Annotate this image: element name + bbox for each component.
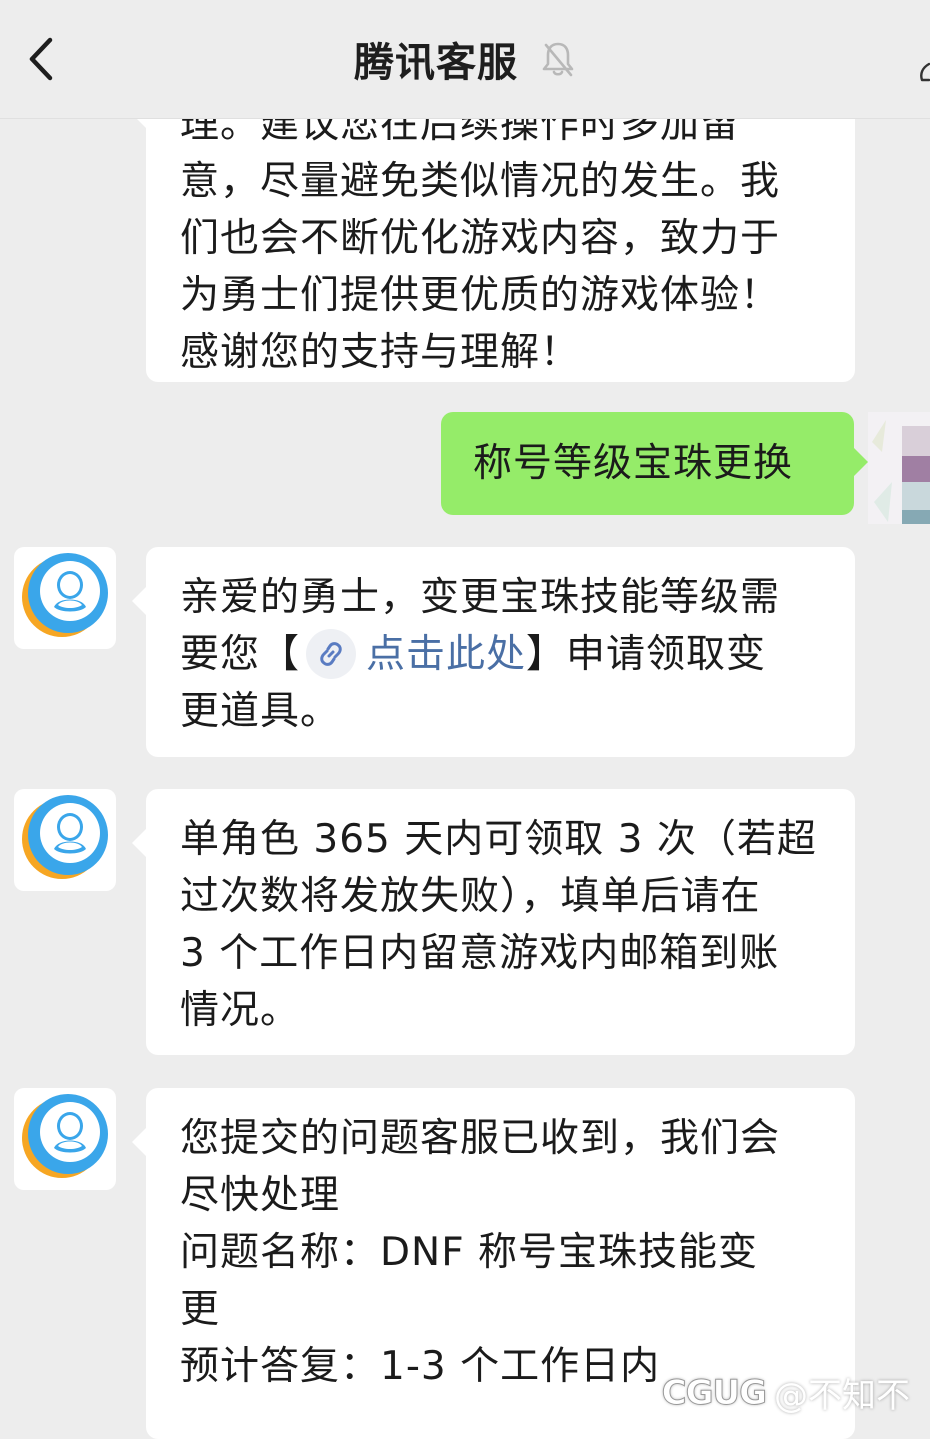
message-bubble-outgoing[interactable]: 称号等级宝珠更换 [441, 412, 868, 515]
message-text-line: 意，尽量避免类似情况的发生。我 [180, 159, 781, 204]
click-here-link[interactable]: 点击此处 [366, 632, 526, 677]
message-text-fragment: 】申请领取变 [526, 632, 767, 677]
qq-service-icon [22, 795, 108, 879]
message-text-line: 们也会不断优化游戏内容，致力于 [180, 216, 781, 261]
message-text-line: 3 个工作日内留意游戏内邮箱到账 [180, 931, 780, 976]
message-text-line: 问题名称：DNF 称号宝珠技能变 [180, 1230, 759, 1275]
message-text-line: 为勇士们提供更优质的游戏体验！ [180, 273, 781, 318]
message-text-line: 更 [180, 1287, 221, 1332]
message-text-line: 情况。 [180, 988, 301, 1033]
link-icon [320, 641, 342, 666]
message-text-line: 亲爱的勇士，变更宝珠技能等级需 [180, 575, 781, 620]
chat-header: 腾讯客服 [0, 0, 930, 119]
qq-service-icon [22, 1094, 108, 1178]
message-text-line: 尽快处理 [180, 1173, 341, 1218]
overflow-edge-icon[interactable] [916, 60, 930, 84]
user-avatar-image [868, 412, 930, 524]
message-bubble-incoming[interactable]: 单角色 365 天内可领取 3 次（若超 过次数将发放失败），填单后请在 3 个… [132, 789, 855, 1055]
message-text: 称号等级宝珠更换 [473, 441, 794, 486]
user-avatar[interactable] [868, 412, 930, 524]
bell-muted-icon [542, 42, 574, 77]
service-avatar[interactable] [14, 1088, 116, 1190]
watermark-handle: @不知不 [774, 1376, 910, 1416]
service-avatar[interactable] [14, 547, 116, 649]
message-text-line: 要您【 点击此处】申请领取变 [180, 626, 825, 683]
watermark-logo: CGUG [661, 1372, 767, 1413]
message-bubble-incoming[interactable]: 亲爱的勇士，变更宝珠技能等级需 要您【 点击此处】申请领取变 更道具。 [132, 547, 855, 757]
watermark: CGUG @不知不 [661, 1368, 910, 1417]
message-text-line: 单角色 365 天内可领取 3 次（若超 [180, 817, 817, 862]
service-avatar[interactable] [14, 789, 116, 891]
message-text-line: 感谢您的支持与理解！ [180, 330, 581, 375]
link-chip[interactable] [306, 628, 357, 679]
chat-title[interactable]: 腾讯客服 [354, 30, 518, 88]
message-text-line: 过次数将发放失败），填单后请在 [180, 874, 761, 919]
message-text-fragment: 要您【 [180, 632, 301, 677]
qq-service-icon [22, 553, 108, 637]
message-text-line: 更道具。 [180, 689, 341, 734]
message-text-line: 您提交的问题客服已收到，我们会 [180, 1116, 781, 1161]
